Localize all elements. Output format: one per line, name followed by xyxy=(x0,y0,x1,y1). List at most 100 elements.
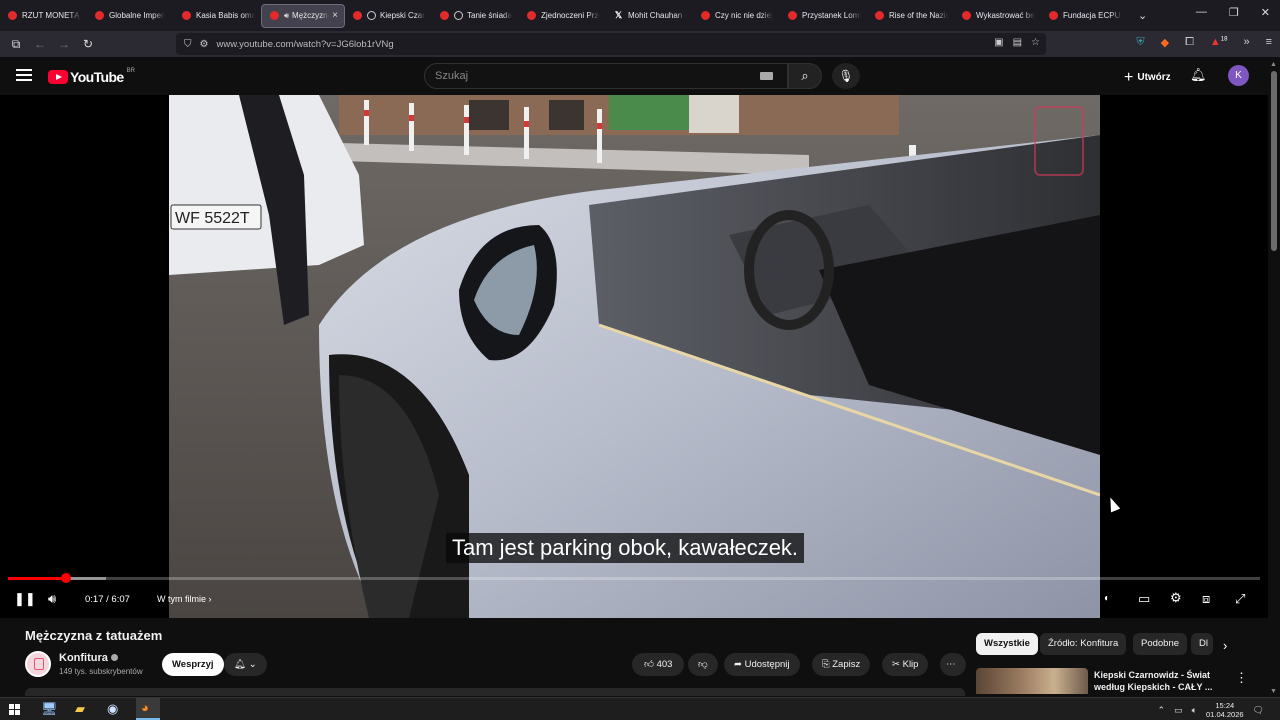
scroll-up-icon[interactable]: ▲ xyxy=(1270,61,1277,68)
browser-tab[interactable]: Tanie śniada xyxy=(432,4,519,28)
browser-tab[interactable]: Kiepski Czar xyxy=(345,4,432,28)
create-button[interactable]: + Utwórz xyxy=(1116,65,1179,87)
browser-tab[interactable]: Przystanek Lomb xyxy=(780,4,867,28)
browser-tab[interactable]: Wykastrować be xyxy=(954,4,1041,28)
clip-button[interactable]: ✂ Klip xyxy=(882,653,929,676)
site-permissions-icon[interactable]: ⚙ xyxy=(200,39,209,50)
windows-start-icon[interactable] xyxy=(9,704,20,715)
filter-chip[interactable]: Wszystkie xyxy=(976,633,1038,655)
tab-title: Mohit Chauhan - xyxy=(628,11,687,20)
notifications-bell-icon[interactable]: 🔔︎ xyxy=(1190,67,1207,83)
settings-gear-icon[interactable]: ⚙ xyxy=(1170,590,1182,606)
subtitles-icon[interactable]: ▭ xyxy=(1138,591,1150,607)
save-button[interactable]: ⎘ Zapisz xyxy=(812,653,871,676)
volume-icon[interactable]: 🔊︎ xyxy=(48,591,56,607)
url-text[interactable]: www.youtube.com/watch?v=JG6lob1rVNg xyxy=(216,39,393,50)
reader-view-icon[interactable]: ▤ xyxy=(1013,37,1022,48)
tab-close-icon[interactable]: × xyxy=(329,10,338,21)
notifications-icon[interactable]: 🗨︎ xyxy=(1253,705,1264,716)
like-count: 403 xyxy=(656,659,673,670)
share-button[interactable]: ➦ Udostępnij xyxy=(724,653,800,676)
badge-extension-icon[interactable]: ▲18 xyxy=(1210,36,1228,49)
app-menu-icon[interactable]: ≡ xyxy=(1266,36,1272,49)
bookmark-star-icon[interactable]: ☆ xyxy=(1031,37,1040,48)
x-logo-icon: 𝕏 xyxy=(614,10,623,20)
volume-tray-icon[interactable]: 🔈︎ xyxy=(1192,705,1197,716)
thumbs-up-icon: 👍︎ xyxy=(644,659,654,670)
browser-tab[interactable]: Rise of the Nazis xyxy=(867,4,954,28)
tab-title: Zjednoczeni Prze xyxy=(541,11,600,20)
pause-icon[interactable]: ❚❚ xyxy=(14,591,36,607)
recommendation-more-icon[interactable]: ⋮ xyxy=(1235,670,1248,686)
overflow-chevron-icon[interactable]: » xyxy=(1243,36,1249,49)
search-button[interactable]: ⌕ xyxy=(788,63,822,89)
tab-overview-icon[interactable]: ⧉ xyxy=(4,37,28,52)
chapter-button[interactable]: W tym filmie › xyxy=(157,594,212,604)
account-avatar[interactable]: K xyxy=(1228,65,1249,86)
browser-tab[interactable]: Zjednoczeni Prze xyxy=(519,4,606,28)
dislike-button[interactable]: 👎︎ xyxy=(688,653,718,676)
filter-chip[interactable]: Podobne xyxy=(1133,633,1188,655)
clock-date: 01.04.2026 xyxy=(1206,710,1244,719)
scroll-down-icon[interactable]: ▼ xyxy=(1270,688,1277,695)
scrollbar-thumb[interactable] xyxy=(1271,71,1277,251)
monitor-app-icon[interactable]: 🖥︎ xyxy=(41,701,58,717)
shield-extension-icon[interactable]: ⛨ xyxy=(1136,36,1144,49)
tab-title: Kasia Babis oma xyxy=(196,11,255,20)
restore-icon[interactable]: ❐ xyxy=(1229,6,1239,19)
reload-icon[interactable]: ↻ xyxy=(76,37,100,51)
picture-in-picture-icon[interactable]: ▣ xyxy=(994,37,1003,48)
firefox-taskbar-button[interactable]: ◕ xyxy=(136,698,160,720)
browser-tab[interactable]: Globalne Imperi xyxy=(87,4,174,28)
steam-icon[interactable]: ◉ xyxy=(107,701,118,717)
channel-name[interactable]: Konfitura xyxy=(59,652,118,664)
file-explorer-icon[interactable]: ▰ xyxy=(75,701,85,717)
progress-bar[interactable] xyxy=(8,573,1260,583)
browser-tab[interactable]: RZUT MONETĄ | xyxy=(0,4,87,28)
subtitle-caption: Tam jest parking obok, kawałeczek. xyxy=(446,533,805,563)
minimize-icon[interactable]: — xyxy=(1196,6,1207,19)
channel-avatar[interactable] xyxy=(25,651,51,677)
autoplay-toggle-icon[interactable]: ◐ xyxy=(1104,593,1110,604)
tray-chevron-up-icon[interactable]: ⌃ xyxy=(1158,705,1166,716)
address-bar[interactable]: ⛉ ⚙ www.youtube.com/watch?v=JG6lob1rVNg … xyxy=(176,33,1046,55)
search-input[interactable]: Szukaj xyxy=(424,63,788,89)
network-icon[interactable]: ▭ xyxy=(1174,705,1183,716)
youtube-logo[interactable]: YouTube BR xyxy=(48,68,135,85)
firefox-extension-icon[interactable]: ◆ xyxy=(1161,36,1169,49)
more-actions-button[interactable]: ⋯ xyxy=(940,653,966,676)
puzzle-extensions-icon[interactable]: ⧠ xyxy=(1185,36,1194,49)
miniplayer-icon[interactable]: ⧈ xyxy=(1202,591,1210,607)
page-scrollbar[interactable]: ▲ ▼ xyxy=(1268,57,1280,697)
shield-outline-icon[interactable]: ⛉ xyxy=(184,39,192,50)
filter-chip[interactable]: Źródło: Konfitura xyxy=(1040,633,1127,655)
subscribe-notifications-button[interactable]: 🔔︎ ⌄ xyxy=(224,653,267,676)
browser-tab[interactable]: Kasia Babis oma xyxy=(174,4,261,28)
browser-tab[interactable]: Czy nic nie dziej xyxy=(693,4,780,28)
navigation-bar: ⧉ ← → ↻ ⛉ ⚙ www.youtube.com/watch?v=JG6l… xyxy=(0,31,1280,57)
chips-next-chevron-icon[interactable]: › xyxy=(1223,638,1227,653)
video-player[interactable]: WF 5522T Tam jest parking obok, kawałecz… xyxy=(0,95,1268,618)
tab-audio-icon[interactable]: 🔊︎ xyxy=(284,11,289,21)
close-window-icon[interactable]: ✕ xyxy=(1261,6,1270,19)
filter-chip[interactable]: Dl xyxy=(1191,633,1213,655)
fullscreen-icon[interactable]: ⤢ xyxy=(1235,591,1245,607)
support-button[interactable]: Wesprzyj xyxy=(162,653,224,676)
recommendation-title[interactable]: Kiepski Czarnowidz - Świat według Kiepsk… xyxy=(1094,669,1214,693)
back-icon[interactable]: ← xyxy=(28,37,52,51)
browser-tab[interactable]: 𝕏 Mohit Chauhan - xyxy=(606,4,693,28)
like-button[interactable]: 👍︎ 403 xyxy=(632,653,685,676)
forward-icon[interactable]: → xyxy=(52,37,76,51)
browser-tab[interactable]: 🔊︎ Mężczyzna × xyxy=(261,3,345,28)
window-controls: — ❐ ✕ xyxy=(1196,6,1270,19)
tab-list-chevron-icon[interactable]: ⌄ xyxy=(1138,9,1147,22)
system-clock[interactable]: 15:24 01.04.2026 xyxy=(1206,701,1244,719)
keyboard-icon[interactable] xyxy=(760,72,773,80)
description-box[interactable] xyxy=(25,688,965,696)
progress-scrubber[interactable] xyxy=(60,573,71,583)
voice-search-button[interactable]: 🎙︎ xyxy=(832,63,860,89)
recommendation-thumbnail[interactable] xyxy=(976,668,1088,694)
hamburger-menu-icon[interactable] xyxy=(16,69,32,81)
channel-name-text[interactable]: Konfitura xyxy=(59,652,108,664)
browser-tab[interactable]: Fundacja ECPU F xyxy=(1041,4,1128,28)
